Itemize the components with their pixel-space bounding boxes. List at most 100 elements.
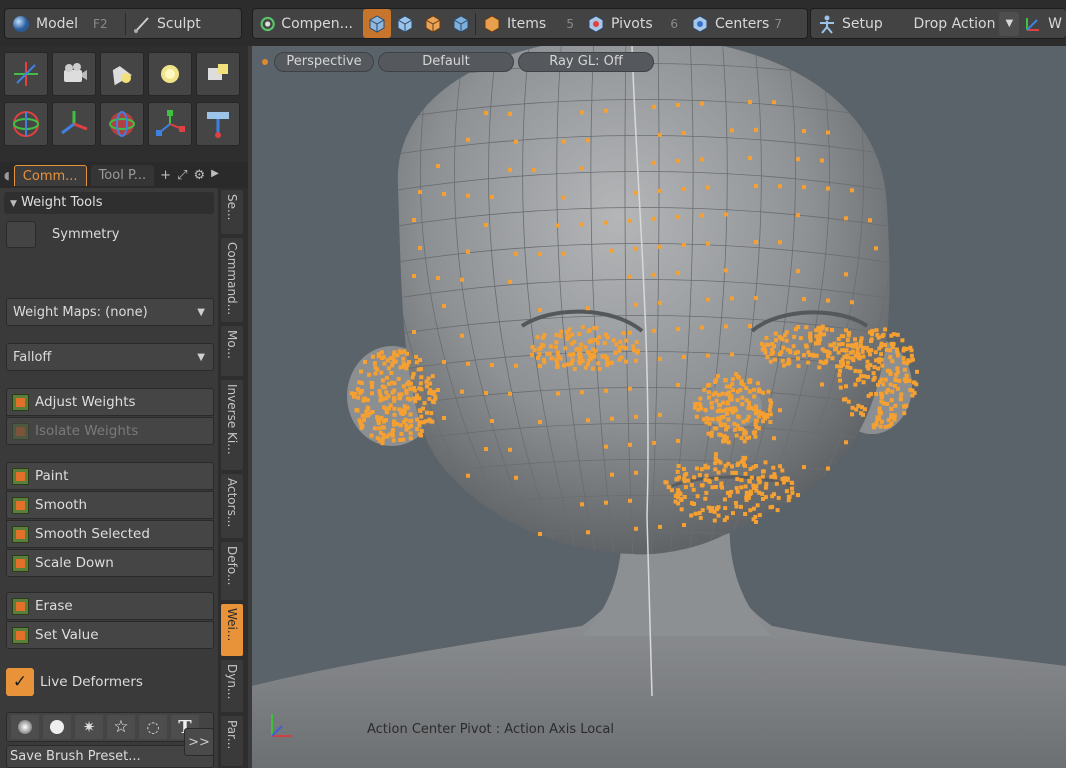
vertex-point <box>872 365 877 370</box>
tab-commands[interactable]: Comm... <box>13 164 87 186</box>
scale-tool-button[interactable] <box>148 102 192 146</box>
smooth-selected-button[interactable]: Smooth Selected <box>6 520 214 548</box>
vtab-item-2[interactable]: Mo... <box>221 326 243 376</box>
splatter-brush-icon[interactable]: ✷ <box>75 715 103 739</box>
vertex-point <box>419 429 424 434</box>
gear-icon[interactable]: ⚙ <box>193 168 205 183</box>
more-button[interactable]: >> <box>184 728 214 756</box>
vertex-point <box>725 411 729 416</box>
vertex-point <box>636 348 641 353</box>
vertex-point <box>874 246 878 251</box>
vertex-point <box>816 338 821 343</box>
save-brush-preset-button[interactable]: Save Brush Preset... <box>6 745 214 768</box>
viewport-menu-dot-icon[interactable] <box>262 59 268 65</box>
vtab-item-5[interactable]: Defo... <box>221 542 243 600</box>
items-mode-button[interactable]: Items 5 <box>476 9 580 38</box>
vtab-item-4[interactable]: Actors... <box>221 474 243 538</box>
vertex-point <box>427 396 432 401</box>
transform-tool-button[interactable] <box>4 52 48 96</box>
move-tool-button[interactable] <box>52 102 96 146</box>
vertex-point <box>734 486 739 491</box>
view-type-dropdown[interactable]: Perspective <box>274 52 374 72</box>
star-brush-icon[interactable]: ☆ <box>107 715 135 739</box>
element-move-button[interactable] <box>196 102 240 146</box>
vertex-point <box>838 364 843 369</box>
vertex-point <box>652 328 656 333</box>
vtab-item-7[interactable]: Dyn... <box>221 660 243 712</box>
drop-action-dropdown[interactable]: ▼ <box>999 11 1020 36</box>
polygons-mode-button[interactable] <box>419 9 447 38</box>
area-light-button[interactable] <box>196 52 240 96</box>
vertex-point <box>484 111 488 115</box>
weight-tool-icon <box>12 393 29 411</box>
vertex-point <box>837 373 842 378</box>
vertex-point <box>384 390 389 395</box>
transform-axes-icon <box>14 62 38 86</box>
vertex-point <box>791 344 796 349</box>
scale-down-button[interactable]: Scale Down <box>6 549 214 577</box>
vertex-point <box>721 400 725 405</box>
pivots-mode-button[interactable]: Pivots 6 <box>580 9 684 38</box>
vertex-point <box>392 398 397 403</box>
vertex-point <box>613 350 618 355</box>
spot-light-button[interactable] <box>100 52 144 96</box>
sculpt-mode-button[interactable]: Sculpt <box>126 9 207 38</box>
weight-maps-dropdown[interactable]: Weight Maps: (none) ▼ <box>6 298 214 326</box>
vertex-point <box>872 425 877 430</box>
soft-brush-icon[interactable] <box>11 715 39 739</box>
vertex-point <box>372 361 377 366</box>
vtab-item-8[interactable]: Par... <box>221 716 243 766</box>
setup-mode-button[interactable]: Setup <box>811 9 909 38</box>
vtab-item-0[interactable]: Se... <box>221 190 243 234</box>
panel-collapse-icon[interactable]: ◖ <box>4 169 10 182</box>
centers-mode-button[interactable]: Centers 7 <box>684 9 788 38</box>
smooth-button[interactable]: Smooth <box>6 491 214 519</box>
move-rotate-tool-button[interactable] <box>4 102 48 146</box>
vertex-point <box>385 409 390 414</box>
work-plane-button[interactable]: W <box>1019 9 1066 38</box>
vertex-point <box>878 424 883 429</box>
3d-viewport[interactable]: Perspective Default Ray GL: Off Action C… <box>252 46 1066 768</box>
paint-button[interactable]: Paint <box>6 462 214 490</box>
vtab-item-6[interactable]: Wei... <box>221 604 243 656</box>
tab-tool-properties[interactable]: Tool P... <box>90 164 155 186</box>
isolate-weights-button[interactable]: Isolate Weights <box>6 417 214 445</box>
vertex-point <box>715 374 720 379</box>
vertex-point <box>826 130 830 135</box>
drop-action-label-button[interactable]: Drop Action <box>909 9 999 38</box>
rotate-tool-button[interactable] <box>100 102 144 146</box>
adjust-weights-button[interactable]: Adjust Weights <box>6 388 214 416</box>
symmetry-toggle[interactable] <box>6 220 36 248</box>
erase-button[interactable]: Erase <box>6 592 214 620</box>
point-light-button[interactable] <box>148 52 192 96</box>
shading-style-dropdown[interactable]: Default <box>378 52 514 72</box>
add-tab-icon[interactable]: + <box>160 168 171 183</box>
vertex-point <box>854 407 859 412</box>
hard-brush-icon[interactable] <box>43 715 71 739</box>
procedural-brush-icon[interactable]: ◌ <box>139 715 167 739</box>
expand-icon[interactable]: ⤢ <box>177 168 187 183</box>
vertex-point <box>885 402 890 406</box>
live-deformers-checkbox[interactable]: ✓ <box>6 668 34 696</box>
set-value-button[interactable]: Set Value <box>6 621 214 649</box>
chevron-right-icon[interactable]: ▶ <box>211 168 219 183</box>
vertex-point <box>587 328 592 333</box>
vertex-point <box>786 361 790 366</box>
vertex-point <box>743 431 748 435</box>
raygl-toggle[interactable]: Ray GL: Off <box>518 52 654 72</box>
edges-mode-button[interactable] <box>391 9 419 38</box>
materials-mode-button[interactable] <box>447 9 475 38</box>
vertices-mode-button[interactable] <box>363 9 391 38</box>
vtab-item-3[interactable]: Inverse Ki... <box>221 380 243 470</box>
model-mode-button[interactable]: Model F2 <box>5 9 125 38</box>
vtab-item-1[interactable]: Command... <box>221 238 243 322</box>
camera-button[interactable] <box>52 52 96 96</box>
vertex-point <box>901 356 906 361</box>
head-shape <box>397 46 890 555</box>
vertex-point <box>652 216 656 221</box>
weight-tools-header[interactable]: ▼ Weight Tools <box>4 192 214 214</box>
falloff-dropdown[interactable]: Falloff ▼ <box>6 343 214 371</box>
symmetry-row: Symmetry <box>6 220 214 248</box>
vertex-point <box>828 343 833 348</box>
compensate-button[interactable]: Compen... <box>253 9 359 38</box>
